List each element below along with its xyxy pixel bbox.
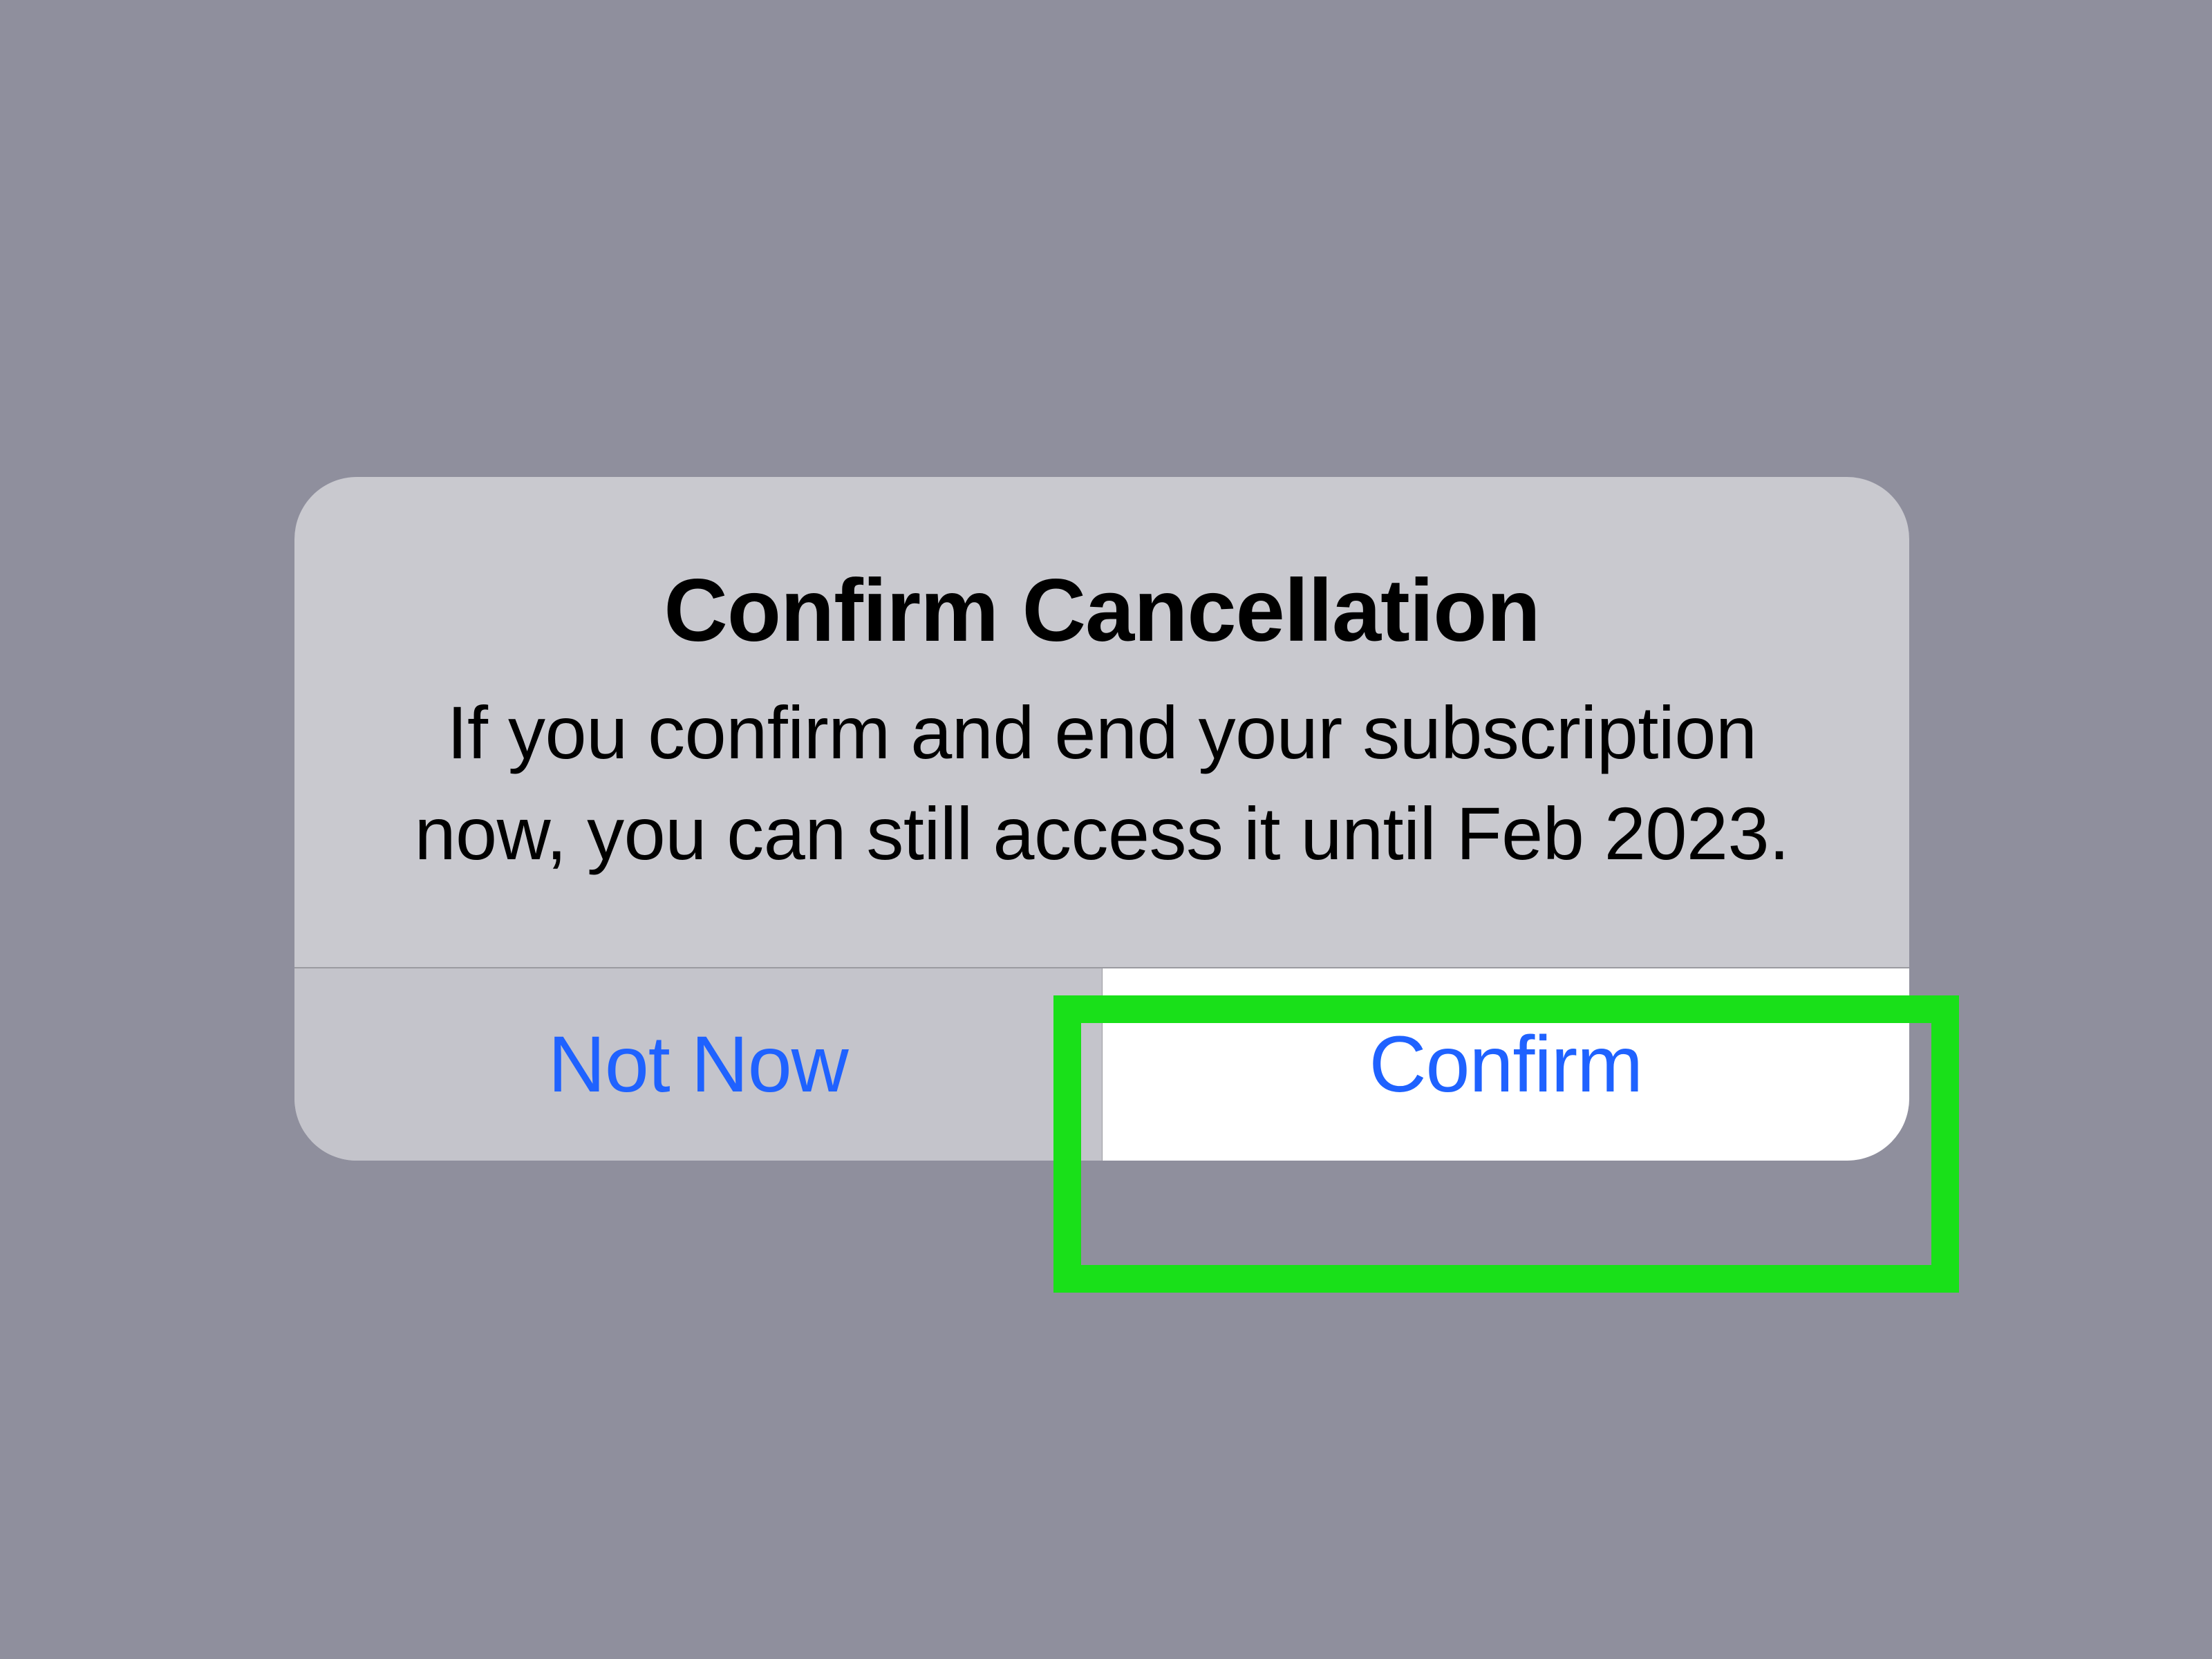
- dialog-message: If you confirm and end your subscription…: [391, 682, 1812, 884]
- dialog-title: Confirm Cancellation: [391, 560, 1812, 662]
- not-now-button[interactable]: Not Now: [294, 968, 1103, 1161]
- dialog-button-row: Not Now Confirm: [294, 967, 1909, 1161]
- confirm-cancellation-dialog: Confirm Cancellation If you confirm and …: [294, 477, 1909, 1161]
- dialog-body: Confirm Cancellation If you confirm and …: [294, 477, 1909, 967]
- confirm-button[interactable]: Confirm: [1103, 968, 1910, 1161]
